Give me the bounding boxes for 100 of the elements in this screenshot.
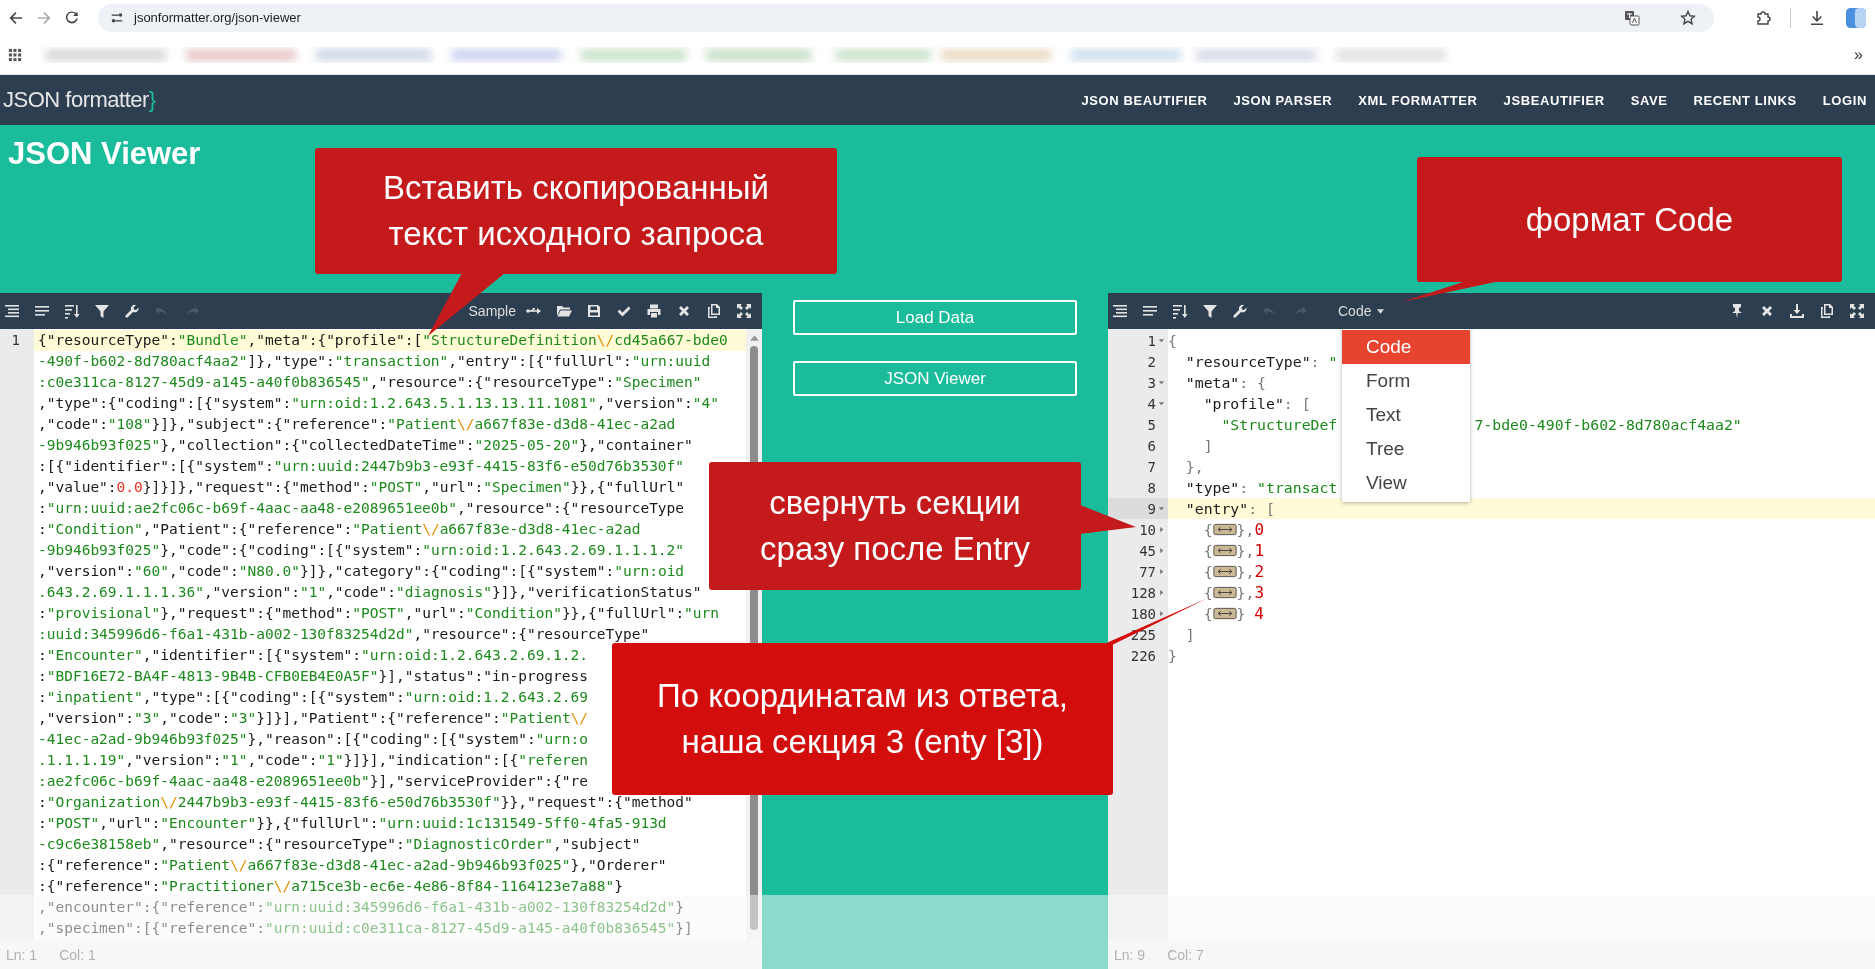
- annotation-callout: свернуть секции сразу после Entry: [709, 462, 1081, 590]
- code-line: :"BDF16E72-BA4F-4813-9B4B-CFB0EB4E0A5F"}],"status":"in-progress: [37, 667, 588, 686]
- filter-icon[interactable]: [1202, 303, 1218, 319]
- profile-icon[interactable]: [1845, 7, 1867, 28]
- code-line: {: [1168, 331, 1177, 351]
- entry-index: 0: [1254, 519, 1264, 540]
- download-icon[interactable]: [1789, 303, 1805, 319]
- lines-icon[interactable]: [1142, 303, 1158, 319]
- fullscreen-icon[interactable]: [736, 303, 752, 319]
- nav-link[interactable]: JSON PARSER: [1233, 92, 1333, 108]
- code-text: },: [1236, 520, 1255, 540]
- nav-link[interactable]: XML FORMATTER: [1358, 92, 1478, 108]
- indent-lines-icon[interactable]: [1112, 303, 1128, 319]
- sample-button[interactable]: Sample: [468, 303, 516, 319]
- fold-arrow-icon[interactable]: [1157, 505, 1165, 512]
- line-number: 2: [1147, 353, 1156, 370]
- menu-item[interactable]: Text: [1342, 398, 1470, 432]
- fold-arrow-icon[interactable]: [1157, 379, 1165, 386]
- nav-link[interactable]: LOGIN: [1822, 92, 1867, 108]
- code-line: -490f-b602-8d780acf4aa2"]},"type":"transaction","entry":[{"fullUrl":"urn:uuid: [37, 352, 711, 371]
- copy-icon[interactable]: [706, 303, 722, 319]
- sort-icon[interactable]: [64, 303, 80, 319]
- code-line: }: [1168, 646, 1177, 666]
- translate-icon[interactable]: [1624, 9, 1640, 26]
- copy-icon[interactable]: [1819, 303, 1835, 319]
- expand-arrow-icon[interactable]: [1157, 547, 1165, 554]
- code-line: ,"version":"3","code":"3"}]}],"Patient":{"reference":"Patient\/: [37, 709, 589, 728]
- line-number: 77: [1139, 563, 1156, 580]
- print-icon[interactable]: [646, 303, 662, 319]
- menu-item[interactable]: Tree: [1342, 432, 1470, 466]
- filter-icon[interactable]: [94, 303, 110, 319]
- line-number: 10: [1139, 521, 1156, 538]
- lines-icon[interactable]: [34, 303, 50, 319]
- extension-icon[interactable]: [1756, 9, 1772, 26]
- site-logo[interactable]: JSON formatter}: [3, 87, 156, 113]
- code-line: ]: [1184, 625, 1195, 645]
- site-settings-icon[interactable]: [110, 10, 124, 25]
- collapsed-content-icon[interactable]: [1212, 565, 1237, 578]
- reload-icon[interactable]: [64, 9, 80, 26]
- cursor-column: Col: 7: [1167, 946, 1204, 963]
- code-line: -9b946b93f025"},"code":{"coding":[{"system":"urn:oid:1.2.643.2.69.1.1.1.2": [37, 541, 685, 560]
- expand-arrow-icon[interactable]: [1157, 589, 1165, 596]
- menu-item[interactable]: Code: [1342, 330, 1470, 364]
- code-line: -41ec-a2ad-9b946b93f025"},"reason":[{"coding":[{"system":"urn:o: [37, 730, 589, 749]
- code-line: "meta": {: [1184, 373, 1266, 393]
- mode-dropdown[interactable]: Code: [1334, 303, 1389, 319]
- folder-icon[interactable]: [556, 303, 572, 319]
- code-text: }: [1236, 604, 1247, 624]
- code-text: 7-bde0-490f-b602-8d780acf4aa2": [1474, 415, 1742, 435]
- code-line: :"Organization\/2447b9b3-e93f-4415-83f6-e50d76b3530f"}},"request":{"method": [37, 793, 693, 812]
- nav-link[interactable]: JSON BEAUTIFIER: [1081, 92, 1208, 108]
- collapsed-content-icon[interactable]: [1212, 586, 1237, 599]
- address-bar[interactable]: jsonformatter.org/json-viewer: [98, 3, 1714, 32]
- nav-link[interactable]: RECENT LINKS: [1693, 92, 1797, 108]
- code-line: :c0e311ca-8127-45d9-a145-a40f0b836545","resource":{"resourceType":"Specimen": [37, 373, 702, 392]
- wrench-icon[interactable]: [1232, 303, 1248, 319]
- line-number: 225: [1130, 626, 1156, 643]
- code-line: .1.1.1.19","version":"1","code":"1"}]}],"indication":[{"referen: [37, 751, 589, 770]
- nav-link[interactable]: JSBEAUTIFIER: [1503, 92, 1605, 108]
- collapsed-content-icon[interactable]: [1212, 523, 1237, 536]
- expand-arrow-icon[interactable]: [1157, 568, 1165, 575]
- code-text: {: [1202, 604, 1213, 624]
- line-number: 4: [1147, 395, 1156, 412]
- back-icon[interactable]: [8, 9, 24, 26]
- code-line: },: [1184, 457, 1204, 477]
- sort-icon[interactable]: [1172, 303, 1188, 319]
- code-line: .643.2.69.1.1.1.36","version":"1","code":"diagnosis"}]},"verificationStatus": [37, 583, 702, 602]
- indent-lines-icon[interactable]: [4, 303, 20, 319]
- menu-item[interactable]: Form: [1342, 364, 1470, 398]
- page-heading: JSON Viewer: [8, 136, 201, 172]
- wrench-icon[interactable]: [124, 303, 140, 319]
- line-number: 7: [1147, 458, 1156, 475]
- entry-index: 1: [1254, 540, 1264, 561]
- code-line: :"POST","url":"Encounter"}},{"fullUrl":"urn:uuid:1c131549-5ff0-4fa5-913d: [37, 814, 667, 833]
- more-bookmarks[interactable]: »: [1850, 45, 1867, 64]
- code-line: -c9c6e38158eb","resource":{"resourceType":"DiagnosticOrder","subject": [37, 835, 641, 854]
- code-line: :uuid:345996d6-f6a1-431b-a002-130f83254d2d","resource":{"resourceType": [37, 625, 650, 644]
- collapsed-content-icon[interactable]: [1212, 544, 1237, 557]
- collapsed-content-icon[interactable]: [1212, 607, 1237, 620]
- expand-arrow-icon[interactable]: [1157, 610, 1165, 617]
- line-number: 3: [1147, 374, 1156, 391]
- code-line: ,"type":{"coding":[{"system":"urn:oid:1.2.643.5.1.13.13.11.1081","version":"4": [37, 394, 719, 413]
- menu-item[interactable]: View: [1342, 466, 1470, 500]
- fold-arrow-icon[interactable]: [1157, 337, 1165, 344]
- fullscreen-icon[interactable]: [1849, 303, 1865, 319]
- apps-grid-icon[interactable]: [8, 47, 22, 62]
- save-icon[interactable]: [586, 303, 602, 319]
- code-line: :"urn:uuid:ae2fc06c-b69f-4aac-aa48-e2089651ee0b","resource":{"resourceType: [37, 499, 685, 518]
- code-line: -9b946b93f025"},"collection":{"collectedDateTime":"2025-05-20"},"container": [37, 436, 693, 455]
- cursor-line: Ln: 9: [1114, 946, 1146, 963]
- nav-link[interactable]: SAVE: [1630, 92, 1668, 108]
- download-icon[interactable]: [1809, 9, 1825, 26]
- star-icon[interactable]: [1680, 9, 1696, 26]
- code-text: {: [1202, 520, 1213, 540]
- code-line: :ae2fc06c-b69f-4aac-aa48-e2089651ee0b"}],"serviceProvider":{"re: [37, 772, 588, 791]
- fold-arrow-icon[interactable]: [1157, 400, 1165, 407]
- code-line: ,"code":"108"}]},"subject":{"reference":"Patient\/a667f83e-d3d8-41ec-a2ad: [37, 415, 676, 434]
- expand-arrow-icon[interactable]: [1157, 526, 1165, 533]
- code-line: :{"reference":"Patient\/a667f83e-d3d8-41ec-a2ad-9b946b93f025"},"Orderer": [37, 856, 667, 875]
- code-line: "type": "transact: [1184, 478, 1338, 498]
